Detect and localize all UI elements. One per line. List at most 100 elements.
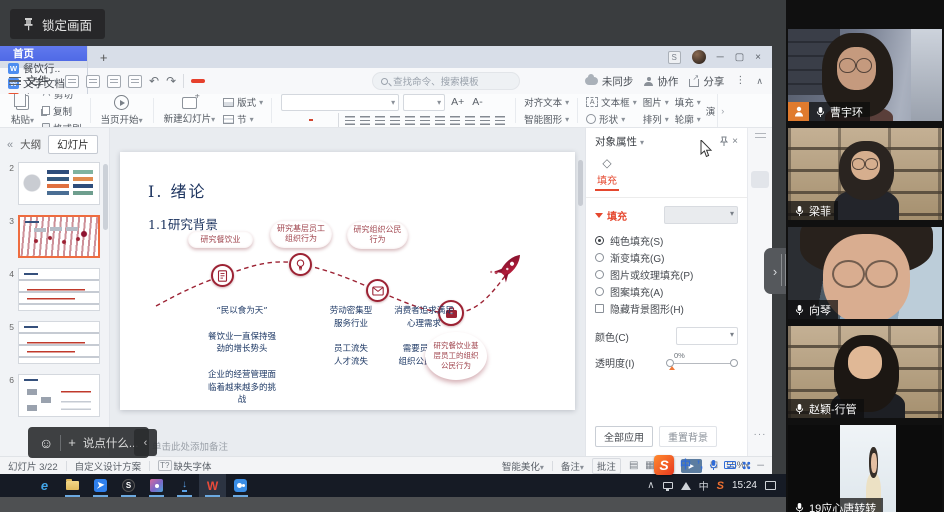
tab-slides[interactable]: 幻灯片 bbox=[48, 135, 98, 154]
smart-art-button[interactable]: 智能图形 bbox=[524, 112, 569, 126]
lock-view-button[interactable]: 锁定画面 bbox=[10, 9, 105, 39]
fill-option[interactable]: 图片或纹理填充(P) bbox=[595, 266, 738, 283]
columns-icon[interactable] bbox=[493, 115, 506, 126]
topic-pill[interactable]: 研究基层员工 组织行为 bbox=[270, 220, 332, 248]
design-scheme-button[interactable]: 自定义设计方案 bbox=[75, 459, 142, 473]
grow-font-button[interactable]: A+ bbox=[449, 97, 466, 108]
print-icon[interactable] bbox=[107, 75, 121, 88]
transparency-slider[interactable]: 0% bbox=[666, 356, 738, 370]
missing-font-button[interactable]: 缺失字体 bbox=[158, 459, 211, 473]
slide-canvas-area[interactable]: I. 绪论 1.1研究背景 bbox=[110, 128, 585, 456]
font-family-select[interactable] bbox=[281, 94, 399, 111]
picture-button[interactable]: 图片 bbox=[643, 95, 669, 109]
skin-badge-icon[interactable]: S bbox=[668, 51, 681, 64]
new-tab-button[interactable]: + bbox=[88, 46, 120, 68]
fill-button[interactable]: 填充 bbox=[675, 95, 701, 109]
slider-handle[interactable] bbox=[730, 359, 738, 367]
close-window-button[interactable]: × bbox=[755, 52, 761, 63]
account-avatar[interactable] bbox=[692, 50, 706, 64]
phonetic-button[interactable] bbox=[330, 119, 334, 121]
add-icon[interactable]: + bbox=[68, 435, 76, 450]
line-spacing-icon[interactable] bbox=[418, 115, 431, 126]
menu-item[interactable] bbox=[335, 79, 349, 83]
fill-tab[interactable]: ◇ 填充 bbox=[595, 156, 619, 191]
toolbox-icon[interactable] bbox=[742, 461, 751, 470]
apply-all-button[interactable]: 全部应用 bbox=[595, 426, 653, 447]
justify-icon[interactable] bbox=[478, 115, 491, 126]
sogou-logo-icon[interactable]: S bbox=[654, 455, 674, 475]
paste-button[interactable]: 粘贴 bbox=[6, 94, 39, 127]
smart-beautify-button[interactable]: 智能美化 bbox=[502, 459, 544, 473]
save-icon[interactable] bbox=[65, 75, 79, 88]
explorer-icon[interactable] bbox=[59, 474, 86, 497]
slide-thumbnail[interactable]: 4 bbox=[3, 268, 100, 311]
menu-item[interactable] bbox=[223, 79, 237, 83]
export-icon[interactable] bbox=[86, 75, 100, 88]
play-from-page-button[interactable]: 当页开始 bbox=[96, 94, 148, 127]
fill-option[interactable]: 隐藏背景图形(H) bbox=[595, 300, 738, 317]
input-lang-icon[interactable]: 中 bbox=[680, 460, 691, 471]
comment-button[interactable]: 批注 bbox=[592, 458, 621, 474]
undo-icon[interactable]: ↶ bbox=[149, 75, 159, 87]
tray-chevron-icon[interactable]: ∧ bbox=[647, 480, 654, 491]
punctuation-icon[interactable]: ’, bbox=[697, 460, 703, 471]
strikethrough-button[interactable] bbox=[302, 119, 306, 121]
superscript-button[interactable] bbox=[316, 119, 320, 121]
slide-thumbnail[interactable]: 3 bbox=[3, 215, 100, 258]
sync-status-button[interactable]: 未同步 bbox=[585, 74, 634, 89]
object-properties-icon[interactable] bbox=[751, 171, 769, 188]
notes-placeholder[interactable]: 单击此处添加备注 bbox=[152, 439, 228, 453]
start-button[interactable] bbox=[3, 474, 30, 497]
layout-button[interactable]: 版式 bbox=[223, 95, 263, 109]
emoji-icon[interactable]: ☺ bbox=[39, 436, 53, 450]
menu-item[interactable] bbox=[207, 79, 221, 83]
copy-button[interactable]: 复制 bbox=[42, 104, 82, 118]
shrink-font-button[interactable]: A- bbox=[470, 97, 485, 108]
topic-pill[interactable]: 研究餐饮业 bbox=[188, 231, 253, 248]
soft-keyboard-icon[interactable] bbox=[724, 461, 736, 469]
fill-option[interactable]: 纯色填充(S) bbox=[595, 232, 738, 249]
format-convert-icon[interactable] bbox=[751, 146, 769, 163]
voice-input-icon[interactable] bbox=[709, 459, 718, 471]
menu-item[interactable] bbox=[255, 79, 269, 83]
underline-button[interactable] bbox=[295, 119, 299, 121]
tray-lang-icon[interactable]: 中 bbox=[699, 478, 709, 493]
docs-app-icon[interactable] bbox=[87, 474, 114, 497]
number-list-icon[interactable] bbox=[373, 115, 386, 126]
downloader-icon[interactable]: ↓ bbox=[171, 474, 198, 497]
slide-thumbnail[interactable]: 2 bbox=[3, 162, 100, 205]
notification-center-icon[interactable] bbox=[765, 481, 776, 490]
slide-thumbnail[interactable]: 6 bbox=[3, 374, 100, 417]
edge-icon[interactable]: e bbox=[31, 474, 58, 497]
decrease-indent-icon[interactable] bbox=[388, 115, 401, 126]
slide-thumbnail[interactable]: 5 bbox=[3, 321, 100, 364]
selection-pane-icon[interactable] bbox=[751, 221, 769, 238]
tab-outline[interactable]: 大纲 bbox=[20, 137, 41, 152]
meeting-chat-bar[interactable]: ☺ + 说点什么... bbox=[28, 427, 149, 458]
canvas-scrollbar[interactable] bbox=[578, 160, 583, 206]
meeting-app-icon[interactable] bbox=[227, 474, 254, 497]
menu-item[interactable] bbox=[319, 79, 333, 83]
color-select[interactable] bbox=[676, 327, 738, 345]
outline-button[interactable]: 轮廓 bbox=[675, 112, 701, 126]
photos-icon[interactable] bbox=[143, 474, 170, 497]
clear-format-icon[interactable] bbox=[343, 115, 356, 126]
梁菲[interactable]: 梁菲 bbox=[788, 128, 942, 220]
tray-monitor-icon[interactable] bbox=[663, 482, 673, 489]
align-left-icon[interactable] bbox=[433, 115, 446, 126]
current-slide[interactable]: I. 绪论 1.1研究背景 bbox=[120, 152, 575, 410]
menu-item[interactable] bbox=[191, 79, 205, 83]
close-panel-icon[interactable]: × bbox=[732, 136, 738, 147]
panel-scrollbar[interactable] bbox=[103, 164, 108, 230]
file-menu-button[interactable]: 文件 bbox=[9, 73, 58, 89]
search-input[interactable]: 查找命令、搜索模板 bbox=[372, 72, 520, 90]
font-size-select[interactable] bbox=[403, 94, 445, 111]
new-slide-button[interactable]: 新建幻灯片 bbox=[159, 94, 221, 127]
zoom-out-icon[interactable]: ─ bbox=[757, 460, 764, 471]
more-icons[interactable]: ··· bbox=[754, 429, 767, 440]
collaborate-button[interactable]: 协作 bbox=[644, 74, 678, 89]
fill-option[interactable]: 图案填充(A) bbox=[595, 283, 738, 300]
divider-grip[interactable] bbox=[781, 254, 786, 286]
increase-indent-icon[interactable] bbox=[403, 115, 416, 126]
share-button[interactable]: 分享 bbox=[689, 74, 724, 89]
